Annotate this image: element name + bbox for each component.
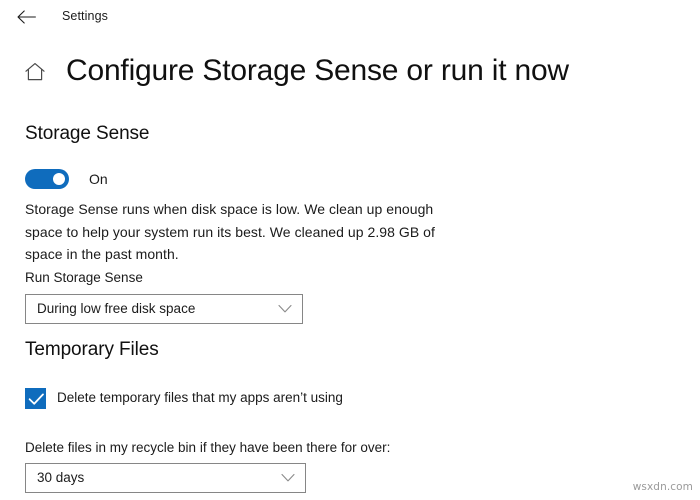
section-heading-storage-sense: Storage Sense	[25, 123, 150, 144]
recycle-bin-retention-dropdown[interactable]: 30 days	[25, 463, 306, 493]
storage-sense-toggle-label: On	[89, 171, 108, 187]
recycle-bin-retention-value: 30 days	[37, 470, 85, 485]
page-header: Configure Storage Sense or run it now	[0, 48, 700, 96]
recycle-bin-retention-label: Delete files in my recycle bin if they h…	[25, 440, 391, 455]
page-title: Configure Storage Sense or run it now	[66, 54, 569, 87]
storage-sense-toggle[interactable]	[25, 169, 69, 189]
run-storage-sense-dropdown[interactable]: During low free disk space	[25, 294, 303, 324]
section-heading-temporary-files: Temporary Files	[25, 339, 159, 360]
run-storage-sense-value: During low free disk space	[37, 301, 196, 316]
back-arrow-icon	[16, 10, 36, 24]
run-storage-sense-label: Run Storage Sense	[25, 270, 143, 285]
title-bar: Settings	[0, 0, 700, 34]
storage-sense-toggle-row: On	[25, 166, 108, 192]
watermark: wsxdn.com	[632, 481, 693, 493]
home-icon[interactable]	[22, 59, 48, 85]
chevron-down-icon	[281, 473, 295, 483]
toggle-knob	[53, 173, 65, 185]
settings-page: Settings Configure Storage Sense or run …	[0, 0, 700, 500]
delete-temp-files-row[interactable]: Delete temporary files that my apps aren…	[25, 386, 343, 410]
app-title: Settings	[62, 9, 108, 23]
delete-temp-files-checkbox[interactable]	[25, 387, 46, 409]
check-icon	[28, 393, 44, 405]
delete-temp-files-label: Delete temporary files that my apps aren…	[57, 390, 343, 405]
chevron-down-icon	[278, 304, 292, 314]
back-button[interactable]	[8, 2, 44, 32]
storage-sense-description: Storage Sense runs when disk space is lo…	[25, 201, 435, 262]
